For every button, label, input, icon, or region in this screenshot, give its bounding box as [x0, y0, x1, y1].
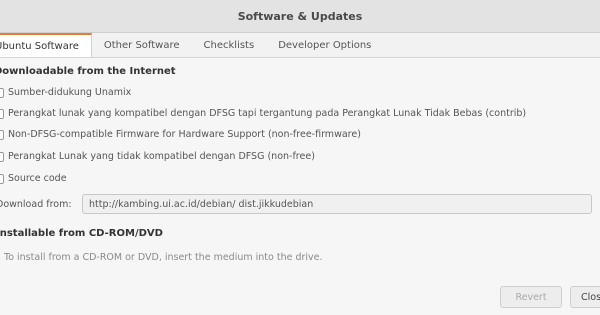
checkbox-label: Source code — [8, 173, 67, 184]
revert-button[interactable]: Revert — [500, 286, 562, 308]
checkbox-label: Sumber-didukung Unamix — [8, 87, 132, 98]
download-from-label: Download from: — [0, 198, 72, 210]
tab-bar: Ubuntu Software Other Software Checklist… — [0, 33, 600, 58]
tab-checklists[interactable]: Checklists — [192, 33, 267, 57]
window-title: Software & Updates — [237, 9, 363, 23]
checkbox[interactable] — [0, 173, 4, 184]
download-server-select[interactable]: http://kambing.ui.ac.id/debian/ dist.jik… — [82, 194, 592, 214]
tab-content: Downloadable from the Internet Sumber-di… — [0, 58, 600, 315]
checkbox-label: Perangkat lunak yang kompatibel dengan D… — [8, 108, 527, 119]
tab-ubuntu-software[interactable]: Ubuntu Software — [0, 33, 92, 57]
checkbox[interactable] — [0, 87, 4, 98]
cdrom-note: To install from a CD-ROM or DVD, insert … — [4, 252, 323, 263]
checkbox[interactable] — [0, 151, 4, 162]
internet-section-title: Downloadable from the Internet — [0, 66, 176, 77]
source-option-contrib[interactable]: Perangkat lunak yang kompatibel dengan D… — [0, 108, 526, 119]
source-option-non-free-firmware[interactable]: Non-DFSG-compatible Firmware for Hardwar… — [0, 129, 361, 140]
checkbox-label: Perangkat Lunak yang tidak kompatibel de… — [8, 151, 315, 162]
tab-other-software[interactable]: Other Software — [92, 33, 192, 57]
tab-developer-options[interactable]: Developer Options — [266, 33, 383, 57]
source-option-non-free[interactable]: Perangkat Lunak yang tidak kompatibel de… — [0, 151, 315, 162]
download-server-row: Download from: http://kambing.ui.ac.id/d… — [0, 194, 592, 214]
source-option-main[interactable]: Sumber-didukung Unamix — [0, 87, 131, 98]
checkbox[interactable] — [0, 108, 4, 119]
title-bar: Software & Updates — [0, 0, 600, 33]
checkbox-label: Non-DFSG-compatible Firmware for Hardwar… — [8, 129, 361, 140]
close-button[interactable]: Close — [570, 286, 600, 308]
checkbox[interactable] — [0, 129, 4, 140]
cdrom-section-title: Installable from CD-ROM/DVD — [0, 228, 163, 239]
source-option-source-code[interactable]: Source code — [0, 173, 67, 184]
